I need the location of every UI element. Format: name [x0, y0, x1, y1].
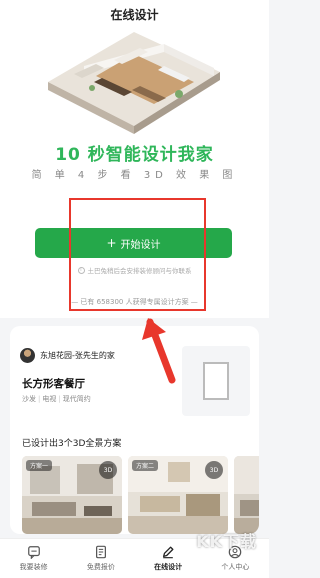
tab-profile[interactable]: 个人中心	[205, 545, 265, 572]
case-tag: 方案一	[26, 460, 53, 471]
floor-plan-shape	[203, 362, 229, 400]
3d-badge: 3D	[99, 461, 117, 479]
info-icon: i	[77, 266, 85, 274]
subheadline: 简 单 4 步 看 3D 效 果 图	[31, 170, 238, 181]
room-tags: 沙发 | 电视 | 现代简约	[22, 395, 91, 403]
start-design-label: 开始设计	[120, 239, 161, 251]
tab-quote[interactable]: 免费报价	[71, 545, 131, 572]
tab-label: 在线设计	[154, 563, 183, 571]
room-tag: 电视	[42, 395, 57, 403]
owner-row: 东旭花园-张先生的家	[20, 348, 115, 363]
consultant-notice: i 土巴兔稍后会安排装修顾问与你联系	[0, 265, 269, 275]
owner-name: 东旭花园-张先生的家	[40, 351, 115, 360]
top-section: 在线设计 10 秒智能设计我家 简 单 4 步 看 3D 效 果 图 + 开始设…	[0, 0, 269, 318]
3d-badge: 3D	[205, 461, 223, 479]
consultant-notice-text: 土巴兔稍后会安排装修顾问与你联系	[87, 267, 192, 275]
quote-calculator-icon	[95, 545, 106, 559]
room-illustration	[48, 32, 220, 134]
page-title: 在线设计	[110, 8, 159, 22]
room-tag: 沙发	[22, 395, 36, 403]
tab-online-design[interactable]: 在线设计	[138, 545, 198, 572]
case-tag: 方案二	[132, 460, 159, 471]
case-thumbnails: 方案一 3D 方案二 3D	[22, 456, 259, 534]
headline: 10 秒智能设计我家	[55, 145, 214, 165]
tab-renovate[interactable]: 我要装修	[4, 545, 64, 572]
room-render-image	[234, 456, 259, 534]
avatar	[20, 348, 35, 363]
tab-label: 免费报价	[86, 563, 115, 571]
room-tag: 现代简约	[62, 395, 91, 403]
case-thumbnail-2[interactable]: 方案二 3D	[128, 456, 228, 534]
user-icon	[229, 545, 242, 559]
floor-plan-thumbnail[interactable]	[182, 346, 250, 416]
pencil-icon	[163, 546, 174, 559]
room-name: 长方形客餐厅	[22, 378, 85, 390]
case-thumbnail-3[interactable]	[234, 456, 259, 534]
bottom-tab-bar: 我要装修 免费报价 在线设计 个人中心	[0, 538, 269, 578]
plus-icon: +	[106, 236, 117, 250]
cases-title: 已设计出3个3D全景方案	[22, 439, 122, 449]
tab-label: 我要装修	[19, 563, 48, 571]
user-count-text: — 已有 658300 人获得专属设计方案 —	[71, 298, 198, 306]
chat-bubble-icon	[27, 546, 40, 559]
case-thumbnail-1[interactable]: 方案一 3D	[22, 456, 122, 534]
start-design-button[interactable]: + 开始设计	[35, 228, 232, 258]
tab-label: 个人中心	[221, 563, 250, 571]
design-case-card[interactable]: 东旭花园-张先生的家 长方形客餐厅 沙发 | 电视 | 现代简约 已设计出3个3D全景方…	[10, 326, 259, 534]
